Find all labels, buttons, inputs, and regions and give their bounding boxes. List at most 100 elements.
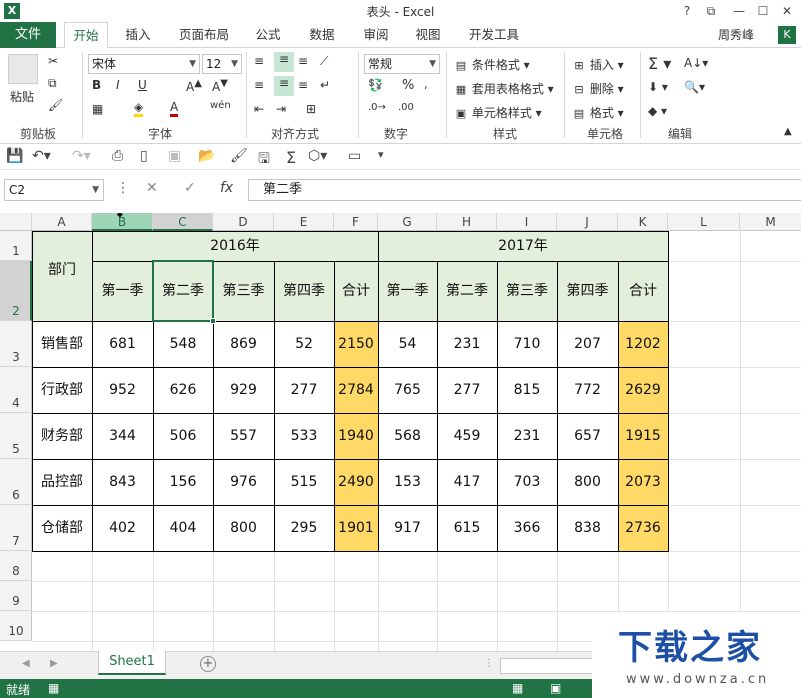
align-center-icon[interactable]: ≡	[274, 76, 294, 96]
row-header-10[interactable]: 10	[0, 611, 32, 641]
tab-view[interactable]: 视图	[408, 22, 448, 48]
undo-icon[interactable]: ↶▾	[32, 148, 51, 164]
value-cell[interactable]: 402	[92, 505, 153, 551]
name-box[interactable]: C2 ▼	[4, 179, 104, 201]
tab-insert[interactable]: 插入	[118, 22, 158, 48]
column-header-m[interactable]: M	[740, 213, 801, 231]
normal-view-icon[interactable]: ▦	[512, 681, 523, 695]
value-cell[interactable]: 657	[557, 413, 618, 459]
value-cell[interactable]: 843	[92, 459, 153, 505]
quarter-header-cell[interactable]: 第三季	[497, 261, 557, 321]
sum-qat-icon[interactable]: Σ	[286, 148, 296, 167]
value-cell[interactable]: 800	[557, 459, 618, 505]
value-cell[interactable]: 681	[92, 321, 153, 367]
total-cell[interactable]: 1915	[618, 413, 668, 459]
open-folder-icon[interactable]: 📂	[198, 148, 215, 164]
value-cell[interactable]: 231	[437, 321, 497, 367]
shrink-font-icon[interactable]: A▼	[212, 78, 228, 94]
shapes-icon[interactable]: ⬡▾	[308, 148, 327, 164]
dept-name-cell[interactable]: 仓储部	[32, 505, 92, 551]
total-cell[interactable]: 2073	[618, 459, 668, 505]
print-preview-icon[interactable]: ⎙	[112, 148, 123, 164]
row-header-4[interactable]: 4	[0, 367, 32, 413]
conditional-format-button[interactable]: ▤ 条件格式 ▾	[454, 56, 530, 73]
value-cell[interactable]: 772	[557, 367, 618, 413]
column-header-j[interactable]: J	[557, 213, 618, 231]
copy-icon[interactable]: ⧉	[48, 76, 57, 91]
ribbon-display-options-icon[interactable]: ⧉	[700, 2, 722, 20]
minimize-button[interactable]: —	[728, 2, 750, 20]
orientation-icon[interactable]: ⟋	[320, 54, 328, 69]
redo-icon[interactable]: ↷▾	[72, 148, 91, 164]
total-cell[interactable]: 1901	[334, 505, 378, 551]
value-cell[interactable]: 533	[274, 413, 334, 459]
next-sheet-icon[interactable]: ▶	[50, 658, 58, 669]
tab-page-layout[interactable]: 页面布局	[172, 22, 236, 48]
new-file-icon[interactable]: ▯	[140, 148, 148, 164]
format-as-table-button[interactable]: ▦ 套用表格格式 ▾	[454, 80, 554, 97]
font-size-select[interactable]: 12 ▼	[202, 54, 242, 74]
collapse-ribbon-icon[interactable]: ▲	[784, 126, 792, 137]
dept-name-cell[interactable]: 销售部	[32, 321, 92, 367]
tab-split-icon[interactable]: ⋮	[484, 658, 494, 669]
tab-data[interactable]: 数据	[302, 22, 342, 48]
horizontal-scrollbar[interactable]	[500, 658, 600, 674]
tab-review[interactable]: 审阅	[356, 22, 396, 48]
italic-button[interactable]: I	[116, 78, 120, 92]
paste-button[interactable]: 粘贴	[10, 88, 34, 105]
quarter-header-cell[interactable]: 第四季	[557, 261, 618, 321]
save-as-icon[interactable]: 🖫	[258, 148, 270, 172]
column-header-c[interactable]: C	[153, 213, 213, 231]
row-header-7[interactable]: 7	[0, 505, 32, 551]
customize-qat-icon[interactable]: ▾	[378, 148, 384, 161]
tab-formulas[interactable]: 公式	[248, 22, 288, 48]
total-cell[interactable]: 2150	[334, 321, 378, 367]
font-color-icon[interactable]: A	[170, 100, 179, 117]
borders-icon[interactable]: ▦	[92, 102, 103, 116]
fill-icon[interactable]: ⬇ ▾	[648, 80, 668, 94]
row-header-1[interactable]: 1	[0, 231, 32, 261]
fill-handle[interactable]	[210, 318, 216, 324]
dept-name-cell[interactable]: 财务部	[32, 413, 92, 459]
help-icon[interactable]: ?	[676, 2, 698, 20]
close-button[interactable]: ✕	[776, 2, 798, 20]
value-cell[interactable]: 710	[497, 321, 557, 367]
column-header-g[interactable]: G	[378, 213, 437, 231]
value-cell[interactable]: 295	[274, 505, 334, 551]
value-cell[interactable]: 277	[274, 367, 334, 413]
row-header-3[interactable]: 3	[0, 321, 32, 367]
find-select-icon[interactable]: 🔍▾	[684, 80, 705, 94]
year-2017-header[interactable]: 2017年	[378, 231, 668, 261]
column-header-e[interactable]: E	[274, 213, 334, 231]
quarter-header-cell[interactable]: 第二季	[437, 261, 497, 321]
value-cell[interactable]: 557	[213, 413, 274, 459]
font-name-select[interactable]: 宋体 ▼	[88, 54, 200, 74]
column-header-a[interactable]: A	[32, 213, 92, 231]
value-cell[interactable]: 207	[557, 321, 618, 367]
macro-record-icon[interactable]: ▦	[48, 681, 59, 695]
value-cell[interactable]: 153	[378, 459, 437, 505]
clear-icon[interactable]: ◆ ▾	[648, 104, 667, 118]
row-header-8[interactable]: 8	[0, 551, 32, 581]
column-header-d[interactable]: D	[213, 213, 274, 231]
value-cell[interactable]: 459	[437, 413, 497, 459]
cancel-entry-icon[interactable]: ✕	[146, 180, 158, 196]
page-layout-view-icon[interactable]: ▣	[550, 681, 561, 695]
value-cell[interactable]: 515	[274, 459, 334, 505]
prev-sheet-icon[interactable]: ◀	[22, 658, 30, 669]
decrease-indent-icon[interactable]: ⇤	[254, 102, 264, 116]
value-cell[interactable]: 615	[437, 505, 497, 551]
value-cell[interactable]: 800	[213, 505, 274, 551]
add-sheet-button[interactable]: +	[200, 656, 216, 672]
insert-cells-button[interactable]: ⊞ 插入 ▾	[572, 56, 623, 73]
row-header-5[interactable]: 5	[0, 413, 32, 459]
underline-button[interactable]: U	[138, 78, 147, 92]
value-cell[interactable]: 231	[497, 413, 557, 459]
value-cell[interactable]: 929	[213, 367, 274, 413]
value-cell[interactable]: 404	[153, 505, 213, 551]
total-cell[interactable]: 2784	[334, 367, 378, 413]
tab-file[interactable]: 文件	[0, 22, 56, 48]
quarter-header-cell[interactable]: 合计	[618, 261, 668, 321]
account-icon[interactable]: K	[778, 26, 796, 44]
row-header-2[interactable]: 2	[0, 261, 32, 321]
